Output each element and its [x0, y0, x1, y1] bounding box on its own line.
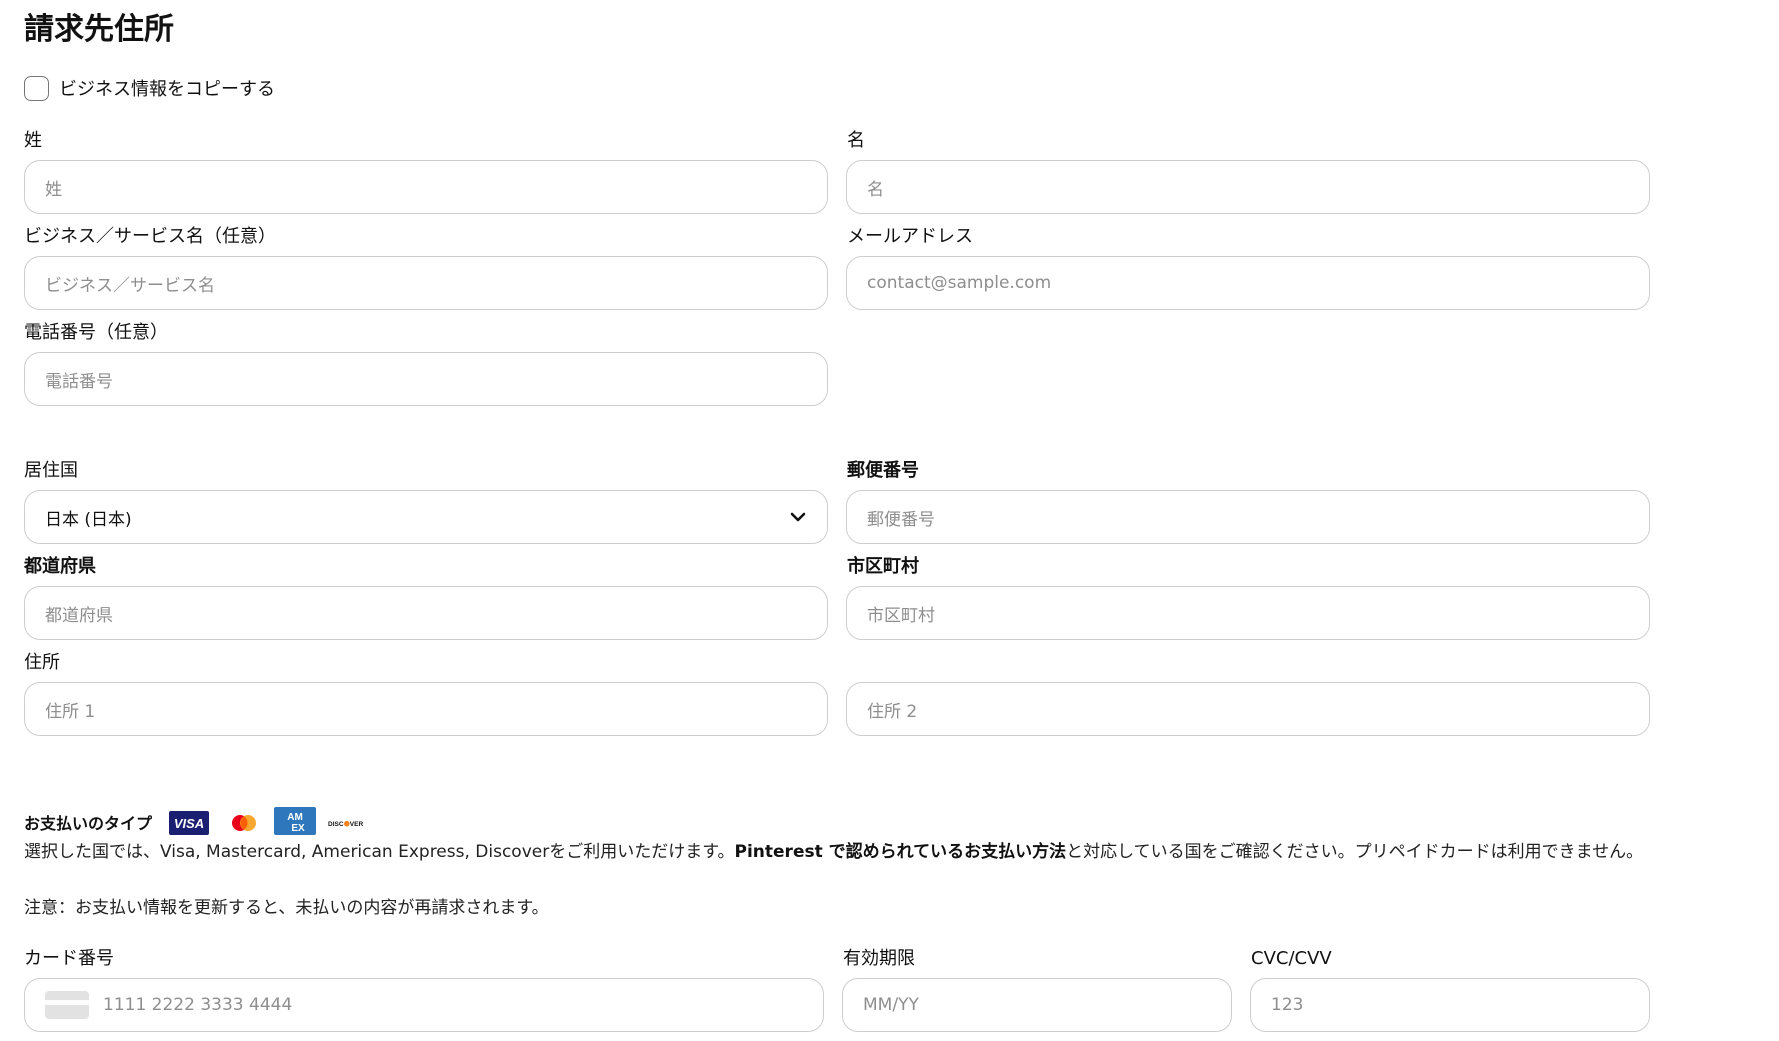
email-label: メールアドレス [847, 226, 973, 247]
payment-info-suffix: と対応している国をご確認ください。プリペイドカードは利用できません。 [1066, 842, 1644, 862]
business-name-placeholder: ビジネス／サービス名 [45, 275, 215, 296]
postal-code-input[interactable]: 郵便番号 [846, 490, 1650, 544]
mastercard-logo-icon [228, 810, 260, 836]
postal-code-label: 郵便番号 [847, 460, 919, 481]
payment-note-text: 注意：お支払い情報を更新すると、未払いの内容が再請求されます。 [24, 898, 549, 918]
card-number-label: カード番号 [24, 948, 114, 969]
prefecture-input[interactable]: 都道府県 [24, 586, 828, 640]
cvc-input[interactable]: 123 [1250, 978, 1650, 1032]
first-name-label: 名 [847, 130, 865, 151]
cvc-label: CVC/CVV [1251, 948, 1332, 969]
address-label: 住所 [24, 652, 60, 673]
credit-card-icon [45, 991, 89, 1019]
address-line2-input[interactable]: 住所 2 [846, 682, 1650, 736]
billing-address-page: 請求先住所 ビジネス情報をコピーする 姓 姓 名 名 ビジネス／サービス名（任意… [0, 0, 1779, 1041]
discover-logo-icon: DISC VER [328, 810, 364, 836]
payment-type-title: お支払いのタイプ [24, 814, 153, 833]
copy-business-info-checkbox[interactable] [24, 75, 49, 101]
svg-text:AM: AM [287, 812, 303, 823]
first-name-input[interactable]: 名 [846, 160, 1650, 214]
email-input[interactable]: contact@sample.com [846, 256, 1650, 310]
card-number-input[interactable]: 1111 2222 3333 4444 [24, 978, 824, 1032]
payment-info-prefix: 選択した国では、Visa, Mastercard, American Expre… [24, 842, 735, 862]
copy-business-info-label: ビジネス情報をコピーする [59, 79, 275, 100]
business-name-label: ビジネス／サービス名（任意） [24, 226, 276, 247]
visa-logo-icon: VISA [169, 810, 209, 836]
payment-info-text: 選択した国では、Visa, Mastercard, American Expre… [24, 838, 1674, 866]
city-label: 市区町村 [847, 556, 919, 577]
city-placeholder: 市区町村 [867, 605, 935, 626]
page-title: 請求先住所 [24, 12, 174, 47]
postal-code-placeholder: 郵便番号 [867, 509, 935, 530]
email-placeholder: contact@sample.com [867, 273, 1052, 293]
last-name-input[interactable]: 姓 [24, 160, 828, 214]
address-line1-input[interactable]: 住所 1 [24, 682, 828, 736]
business-name-input[interactable]: ビジネス／サービス名 [24, 256, 828, 310]
prefecture-placeholder: 都道府県 [45, 605, 113, 626]
prefecture-label: 都道府県 [24, 556, 96, 577]
payment-methods-link[interactable]: Pinterest で認められているお支払い方法 [735, 842, 1067, 862]
svg-text:VER: VER [350, 821, 364, 828]
expiry-placeholder: MM/YY [863, 995, 919, 1015]
expiry-label: 有効期限 [843, 948, 915, 969]
city-input[interactable]: 市区町村 [846, 586, 1650, 640]
country-label: 居住国 [24, 460, 78, 481]
first-name-placeholder: 名 [867, 179, 884, 200]
expiry-input[interactable]: MM/YY [842, 978, 1232, 1032]
address-line2-placeholder: 住所 2 [867, 701, 918, 722]
phone-placeholder: 電話番号 [45, 371, 113, 392]
phone-input[interactable]: 電話番号 [24, 352, 828, 406]
copy-business-info-row[interactable]: ビジネス情報をコピーする [24, 74, 275, 102]
address-line1-placeholder: 住所 1 [45, 701, 96, 722]
last-name-placeholder: 姓 [45, 179, 62, 200]
card-number-placeholder: 1111 2222 3333 4444 [103, 995, 293, 1015]
cvc-placeholder: 123 [1271, 995, 1304, 1015]
svg-text:DISC: DISC [328, 821, 344, 828]
svg-text:EX: EX [291, 823, 305, 834]
chevron-down-icon [789, 508, 807, 526]
phone-label: 電話番号（任意） [24, 322, 168, 343]
country-selected-value: 日本 (日本) [45, 509, 132, 530]
amex-logo-icon: AM EX [274, 807, 316, 835]
svg-text:VISA: VISA [174, 816, 204, 831]
last-name-label: 姓 [24, 130, 42, 151]
country-select[interactable]: 日本 (日本) [24, 490, 828, 544]
